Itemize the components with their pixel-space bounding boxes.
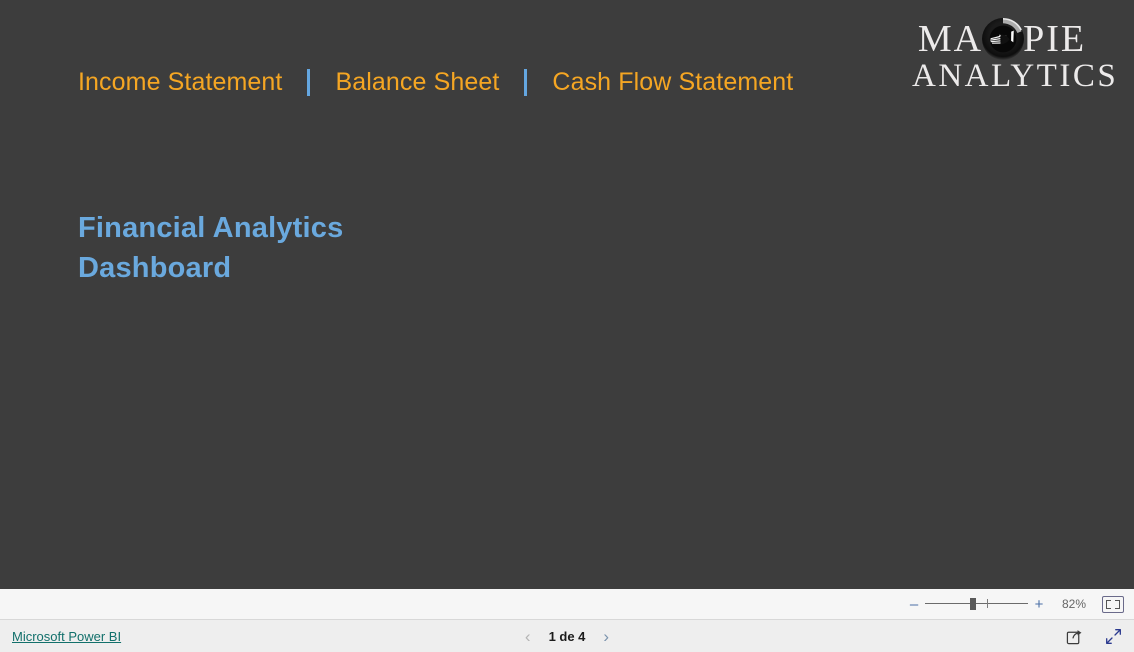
logo-text-pie: PIE (1023, 18, 1087, 60)
magpie-circle-emblem-icon (980, 16, 1026, 62)
report-canvas: Income Statement Balance Sheet Cash Flow… (0, 0, 1134, 589)
zoom-level-label: 82% (1061, 597, 1086, 611)
logo-text-ma: MA (917, 18, 984, 60)
nav-link-cash-flow-statement[interactable]: Cash Flow Statement (552, 68, 793, 97)
status-bar-actions (1066, 628, 1122, 645)
microsoft-power-bi-link[interactable]: Microsoft Power BI (12, 629, 121, 644)
previous-page-button[interactable]: ‹ (525, 628, 531, 645)
next-page-button[interactable]: › (603, 628, 609, 645)
zoom-slider-handle[interactable] (970, 598, 976, 610)
page-title-line-1: Financial Analytics (78, 212, 344, 244)
zoom-slider[interactable] (925, 596, 1028, 612)
page-title-line-2: Dashboard (78, 252, 232, 284)
magpie-analytics-logo: MA PIE ANALYTICS (912, 14, 1119, 100)
zoom-out-button[interactable]: – (907, 597, 921, 612)
page-title: Financial Analytics Dashboard (78, 208, 498, 288)
fullscreen-icon[interactable] (1105, 628, 1122, 645)
nav-link-income-statement[interactable]: Income Statement (78, 68, 282, 97)
report-navigation: Income Statement Balance Sheet Cash Flow… (78, 62, 793, 102)
page-navigation: ‹ 1 de 4 › (0, 628, 1134, 645)
status-bar: Microsoft Power BI ‹ 1 de 4 › (0, 620, 1134, 652)
fit-to-page-icon[interactable] (1102, 595, 1124, 613)
zoom-toolbar: – + 82% (0, 589, 1134, 620)
nav-separator-1 (307, 68, 311, 96)
logo-line-1: MA PIE (912, 14, 1092, 64)
nav-separator-2 (524, 68, 528, 96)
zoom-slider-track (925, 603, 1028, 604)
zoom-slider-tick (987, 599, 988, 608)
share-icon[interactable] (1066, 628, 1083, 645)
logo-line-2: ANALYTICS (912, 58, 1119, 94)
nav-link-balance-sheet[interactable]: Balance Sheet (335, 68, 499, 97)
power-bi-report-viewer: Income Statement Balance Sheet Cash Flow… (0, 0, 1134, 652)
zoom-in-button[interactable]: + (1032, 597, 1046, 612)
page-indicator-label: 1 de 4 (548, 628, 586, 644)
